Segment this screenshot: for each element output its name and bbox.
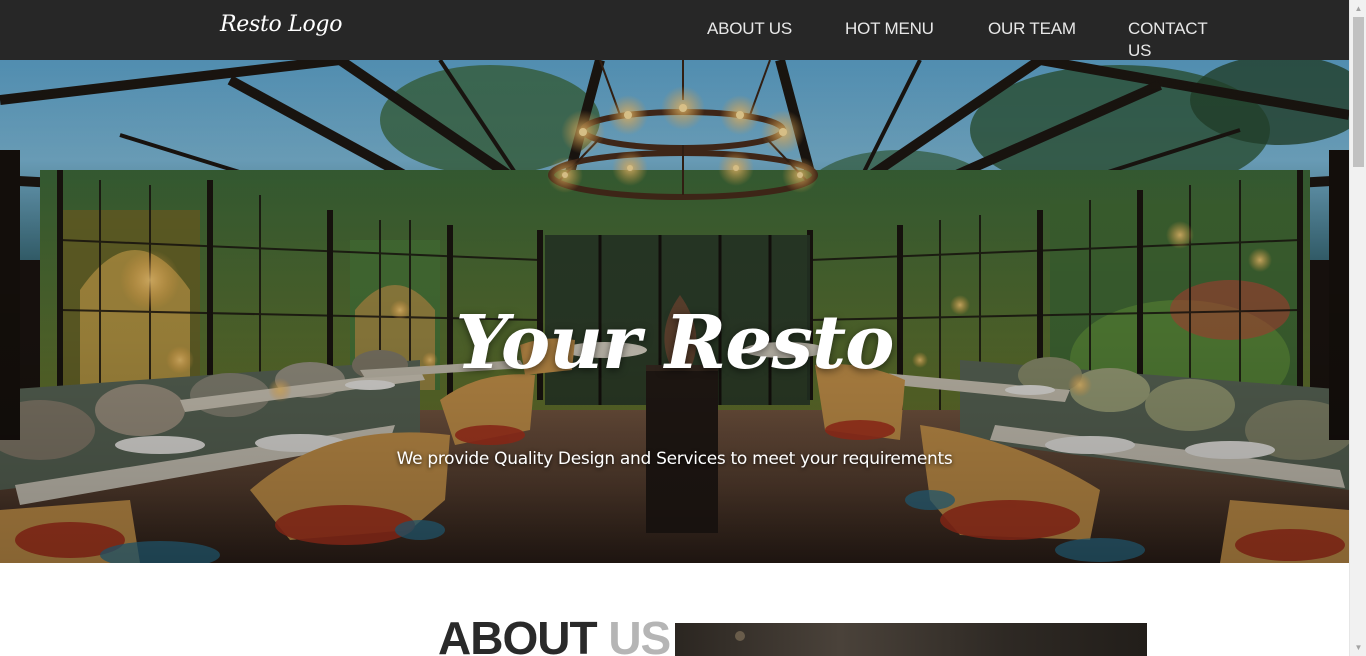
hero-subtitle: We provide Quality Design and Services t… bbox=[396, 449, 953, 469]
hero-section: Your Resto We provide Quality Design and… bbox=[0, 60, 1349, 563]
about-heading: ABOUT US bbox=[438, 612, 671, 656]
about-photo bbox=[675, 623, 1147, 656]
scroll-down-arrow-icon[interactable]: ▼ bbox=[1350, 639, 1366, 656]
vertical-scrollbar[interactable]: ▲ ▼ bbox=[1349, 0, 1366, 656]
about-photo-highlight bbox=[735, 631, 745, 641]
nav-link-hot-menu[interactable]: HOT MENU bbox=[845, 18, 988, 62]
scroll-up-arrow-icon[interactable]: ▲ bbox=[1350, 0, 1366, 17]
site-logo[interactable]: Resto Logo bbox=[220, 12, 342, 37]
about-heading-word-2: US bbox=[608, 612, 671, 656]
hero-title: Your Resto bbox=[455, 300, 894, 386]
nav-link-contact-us[interactable]: CONTACT US bbox=[1128, 18, 1228, 62]
page: Resto Logo ABOUT US HOT MENU OUR TEAM CO… bbox=[0, 0, 1349, 656]
nav-link-our-team[interactable]: OUR TEAM bbox=[988, 18, 1128, 62]
main-nav: ABOUT US HOT MENU OUR TEAM CONTACT US bbox=[707, 18, 1228, 62]
scrollbar-thumb[interactable] bbox=[1353, 17, 1364, 167]
about-heading-word-1: ABOUT bbox=[438, 612, 598, 656]
about-section: ABOUT US bbox=[0, 563, 1349, 656]
nav-link-about-us[interactable]: ABOUT US bbox=[707, 18, 845, 62]
navbar: Resto Logo ABOUT US HOT MENU OUR TEAM CO… bbox=[0, 0, 1349, 60]
